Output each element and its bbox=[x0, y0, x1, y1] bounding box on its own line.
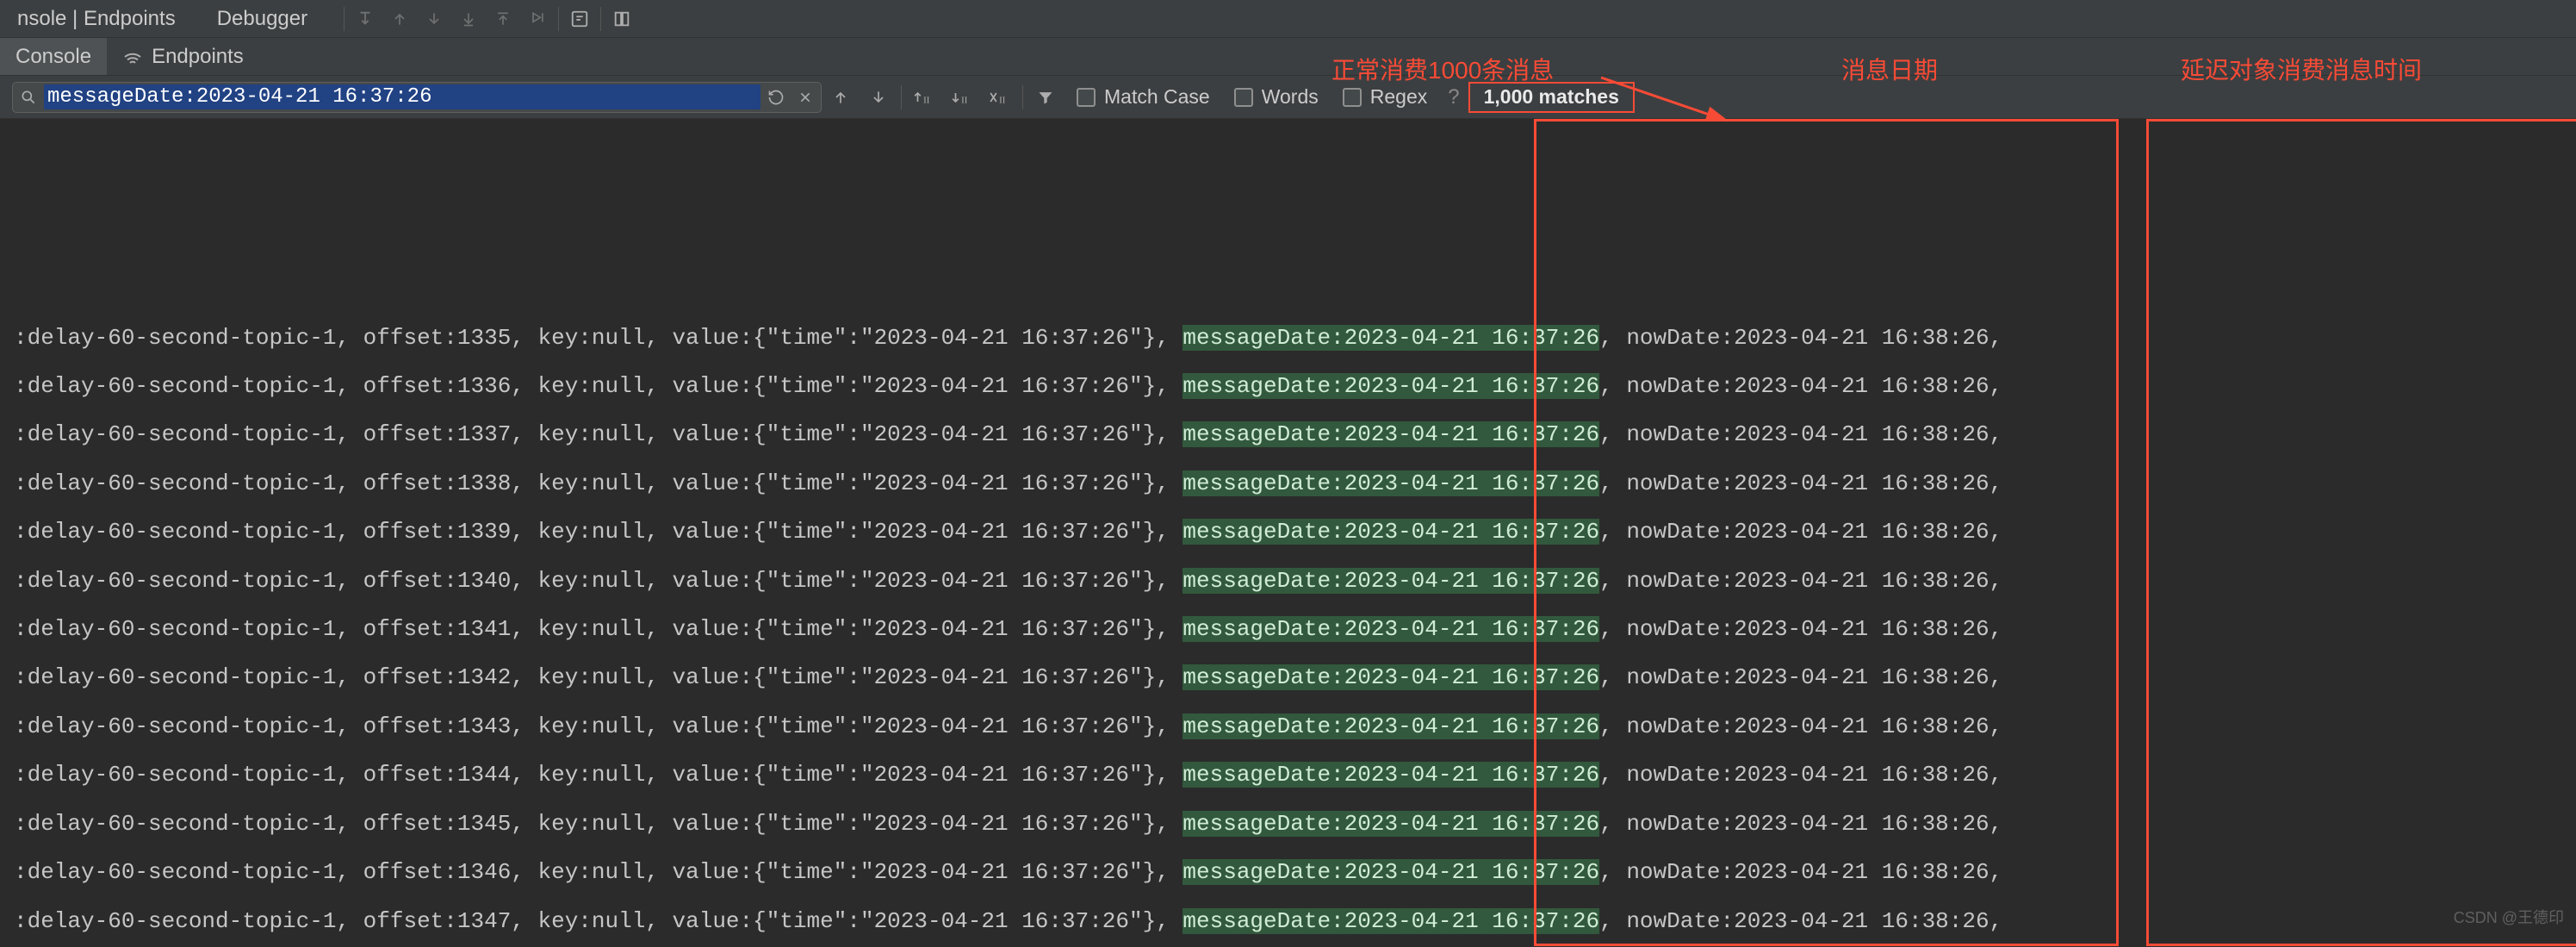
wifi-icon bbox=[122, 47, 143, 67]
match-highlight: messageDate:2023-04-21 16:37:26 bbox=[1182, 421, 1599, 447]
log-line: :delay-60-second-topic-1, offset:1336, k… bbox=[0, 362, 2576, 410]
watermark: CSDN @王德印 bbox=[2454, 894, 2564, 942]
search-field-wrap bbox=[12, 82, 822, 113]
checkbox-label: Regex bbox=[1370, 85, 1427, 109]
scroll-to-end-icon[interactable] bbox=[348, 0, 382, 38]
svg-text:II: II bbox=[923, 95, 930, 105]
words-checkbox[interactable]: Words bbox=[1222, 85, 1331, 109]
find-bar: II II II Match Case Words Regex ? 1,000 … bbox=[0, 76, 2576, 119]
match-highlight: messageDate:2023-04-21 16:37:26 bbox=[1182, 470, 1599, 496]
filter-icon[interactable] bbox=[1027, 76, 1065, 119]
prev-match-icon[interactable] bbox=[822, 76, 860, 119]
svg-text:II: II bbox=[961, 95, 968, 105]
help-icon[interactable]: ? bbox=[1439, 85, 1468, 109]
run-toolbar bbox=[348, 0, 639, 37]
run-to-cursor-icon[interactable] bbox=[520, 0, 555, 38]
log-line: :delay-60-second-topic-1, offset:1346, k… bbox=[0, 848, 2576, 896]
down-bar-icon[interactable] bbox=[451, 0, 486, 38]
log-line: :delay-60-second-topic-1, offset:1344, k… bbox=[0, 751, 2576, 799]
tab-debugger[interactable]: Debugger bbox=[200, 0, 325, 37]
evaluate-icon[interactable] bbox=[562, 0, 597, 38]
match-highlight: messageDate:2023-04-21 16:37:26 bbox=[1182, 373, 1599, 399]
search-icon bbox=[20, 89, 37, 106]
log-line: :delay-60-second-topic-1, offset:1337, k… bbox=[0, 410, 2576, 458]
log-line: :delay-60-second-topic-1, offset:1335, k… bbox=[0, 314, 2576, 362]
svg-text:II: II bbox=[999, 95, 1006, 105]
tab-separator bbox=[344, 7, 345, 31]
log-line: :delay-60-second-topic-1, offset:1340, k… bbox=[0, 557, 2576, 605]
log-line: :delay-60-second-topic-1, offset:1338, k… bbox=[0, 459, 2576, 508]
match-highlight: messageDate:2023-04-21 16:37:26 bbox=[1182, 762, 1599, 788]
find-separator-2 bbox=[1022, 85, 1023, 109]
log-line: :delay-60-second-topic-1, offset:1341, k… bbox=[0, 605, 2576, 653]
match-highlight: messageDate:2023-04-21 16:37:26 bbox=[1182, 616, 1599, 642]
add-selection-icon[interactable]: II bbox=[905, 76, 943, 119]
match-case-checkbox[interactable]: Match Case bbox=[1065, 85, 1222, 109]
log-line: :delay-60-second-topic-1, offset:1345, k… bbox=[0, 800, 2576, 848]
tab-endpoints[interactable]: nsole | Endpoints bbox=[0, 0, 200, 37]
next-match-icon[interactable] bbox=[860, 76, 897, 119]
match-highlight: messageDate:2023-04-21 16:37:26 bbox=[1182, 568, 1599, 594]
clear-icon[interactable] bbox=[797, 89, 814, 106]
match-highlight: messageDate:2023-04-21 16:37:26 bbox=[1182, 713, 1599, 739]
down-arrow-icon[interactable] bbox=[417, 0, 451, 38]
log-line: :delay-60-second-topic-1, offset:1342, k… bbox=[0, 653, 2576, 701]
match-highlight: messageDate:2023-04-21 16:37:26 bbox=[1182, 325, 1599, 351]
subtab-endpoints[interactable]: Endpoints bbox=[107, 38, 259, 75]
checkbox-label: Words bbox=[1262, 85, 1319, 109]
remove-selection-icon[interactable]: II bbox=[981, 76, 1019, 119]
log-line: :delay-60-second-topic-1, offset:1347, k… bbox=[0, 897, 2576, 945]
step-out-icon[interactable] bbox=[486, 0, 520, 38]
checkbox-label: Match Case bbox=[1104, 85, 1210, 109]
regex-checkbox[interactable]: Regex bbox=[1331, 85, 1439, 109]
select-all-icon[interactable]: II bbox=[943, 76, 981, 119]
match-highlight: messageDate:2023-04-21 16:37:26 bbox=[1182, 664, 1599, 690]
log-line: :delay-60-second-topic-1, offset:1343, k… bbox=[0, 702, 2576, 751]
history-icon[interactable] bbox=[767, 89, 785, 106]
subtab-label: Endpoints bbox=[152, 45, 244, 69]
match-highlight: messageDate:2023-04-21 16:37:26 bbox=[1182, 811, 1599, 837]
subtab-console[interactable]: Console bbox=[0, 38, 107, 75]
match-highlight: messageDate:2023-04-21 16:37:26 bbox=[1182, 908, 1599, 934]
checkbox-icon bbox=[1234, 88, 1253, 107]
sub-tab-strip: Console Endpoints bbox=[0, 38, 2576, 76]
subtab-label: Console bbox=[16, 45, 91, 69]
find-separator bbox=[901, 85, 902, 109]
match-count: 1,000 matches bbox=[1468, 82, 1635, 113]
up-arrow-icon[interactable] bbox=[382, 0, 417, 38]
toolbar-separator bbox=[558, 7, 559, 31]
checkbox-icon bbox=[1343, 88, 1362, 107]
search-input[interactable] bbox=[44, 84, 760, 109]
console-output[interactable]: :delay-60-second-topic-1, offset:1335, k… bbox=[0, 119, 2576, 947]
match-highlight: messageDate:2023-04-21 16:37:26 bbox=[1182, 859, 1599, 885]
log-line: :delay-60-second-topic-1, offset:1339, k… bbox=[0, 508, 2576, 556]
more-icon[interactable] bbox=[605, 0, 639, 38]
checkbox-icon bbox=[1077, 88, 1096, 107]
match-highlight: messageDate:2023-04-21 16:37:26 bbox=[1182, 519, 1599, 545]
toolbar-separator-2 bbox=[600, 7, 601, 31]
top-tab-strip: nsole | Endpoints Debugger bbox=[0, 0, 2576, 38]
